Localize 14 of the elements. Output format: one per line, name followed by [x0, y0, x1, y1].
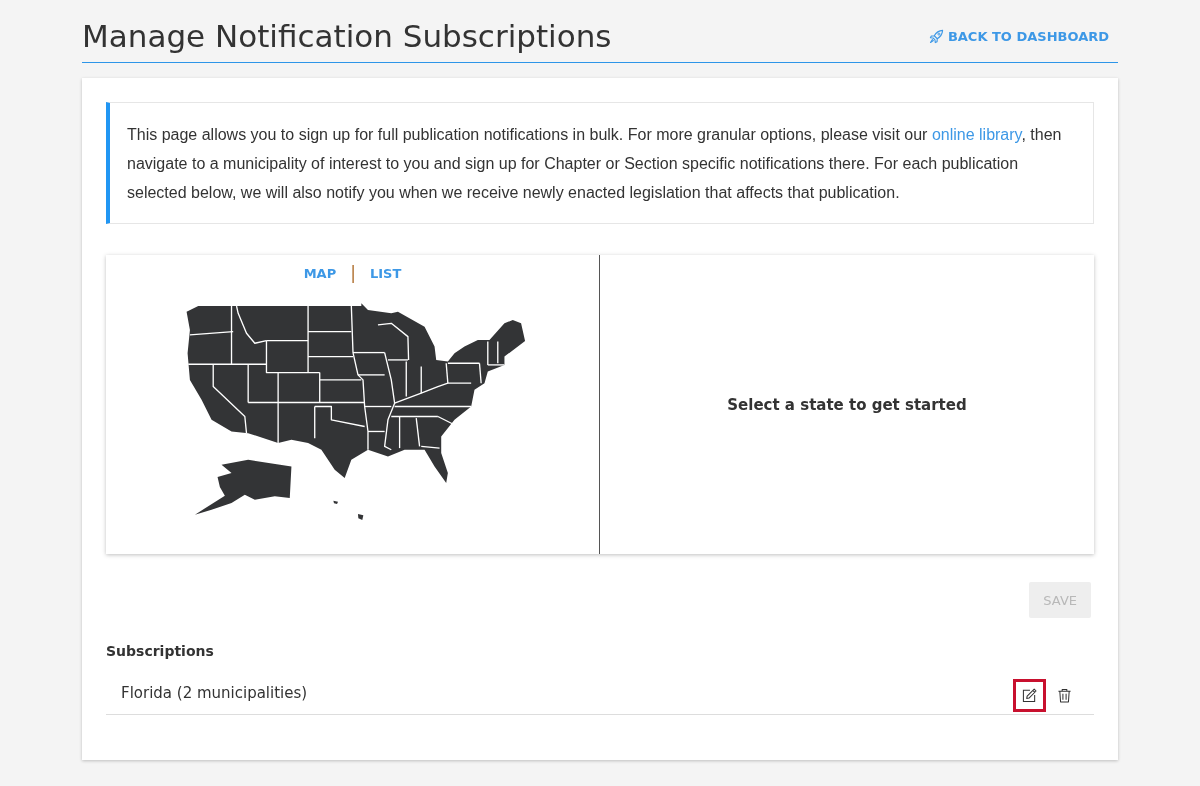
rocket-icon: [928, 28, 944, 44]
tab-separator: |: [350, 263, 356, 283]
view-tab[interactable]: MAP: [303, 265, 337, 281]
subscriptions-heading: Subscriptions: [106, 643, 214, 659]
online-library-link[interactable]: online library: [931, 126, 1022, 143]
page-title: Manage Notification Subscriptions: [82, 18, 612, 54]
select-state-prompt: Select a state to get started: [727, 395, 967, 414]
edit-icon: [1022, 688, 1037, 703]
back-to-dashboard-link[interactable]: BACK TO DASHBOARD: [928, 28, 1109, 44]
trash-icon: [1057, 688, 1072, 703]
subscription-name: Florida (2 municipalities): [121, 683, 308, 702]
view-tab[interactable]: LIST: [369, 265, 402, 281]
info-text: This page allows you to sign up for full publication notifications in bulk. For more granular options, please visit our online library, then navigate to a municipality of interest to you and sign up for Chapter or Section specific notifications there. For each publication selected below, we will also notify you when we receive newly enacted legislation that affects that publication.: [127, 125, 1063, 203]
edit-button[interactable]: [1013, 679, 1046, 712]
